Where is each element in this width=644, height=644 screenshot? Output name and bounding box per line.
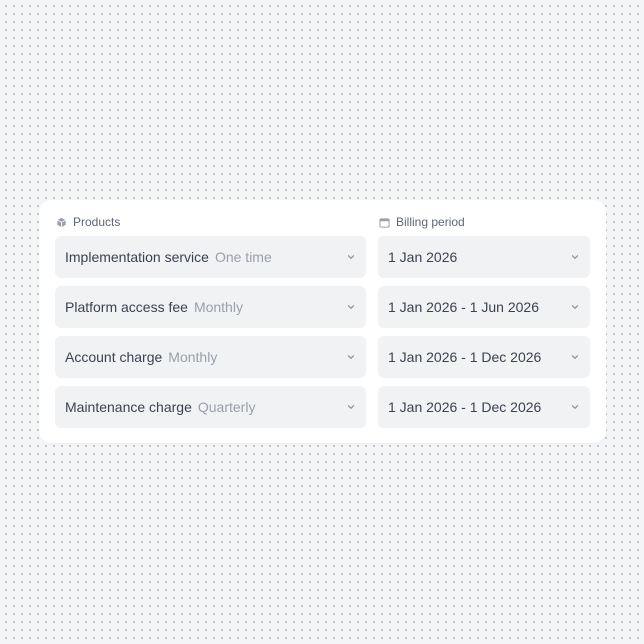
billing-period-value: 1 Jan 2026 - 1 Dec 2026 (388, 399, 542, 415)
product-select[interactable]: Maintenance charge Quarterly (55, 386, 366, 428)
chevron-down-icon (346, 252, 356, 262)
chevron-down-icon (570, 402, 580, 412)
billing-period-select[interactable]: 1 Jan 2026 (378, 236, 590, 278)
product-frequency: Monthly (193, 299, 243, 315)
chevron-down-icon (346, 302, 356, 312)
product-select[interactable]: Account charge Monthly (55, 336, 366, 378)
cube-icon (56, 217, 67, 228)
billing-rows: Implementation service One time 1 Jan 20… (55, 236, 590, 436)
products-column-header: Products (56, 214, 120, 230)
chevron-down-icon (570, 302, 580, 312)
chevron-down-icon (570, 252, 580, 262)
table-row: Implementation service One time 1 Jan 20… (55, 236, 590, 278)
product-select[interactable]: Implementation service One time (55, 236, 366, 278)
billing-period-select[interactable]: 1 Jan 2026 - 1 Jun 2026 (378, 286, 590, 328)
chevron-down-icon (346, 352, 356, 362)
table-row: Maintenance charge Quarterly 1 Jan 2026 … (55, 386, 590, 428)
product-frequency: One time (214, 249, 272, 265)
billing-period-value: 1 Jan 2026 - 1 Dec 2026 (388, 349, 542, 365)
table-row: Platform access fee Monthly 1 Jan 2026 -… (55, 286, 590, 328)
product-name: Account charge (65, 349, 163, 365)
chevron-down-icon (570, 352, 580, 362)
billing-period-value: 1 Jan 2026 (388, 249, 458, 265)
billing-period-select[interactable]: 1 Jan 2026 - 1 Dec 2026 (378, 336, 590, 378)
calendar-icon (379, 217, 390, 228)
product-name: Implementation service (65, 249, 209, 265)
billing-period-select[interactable]: 1 Jan 2026 - 1 Dec 2026 (378, 386, 590, 428)
product-frequency: Monthly (168, 349, 218, 365)
product-name: Platform access fee (65, 299, 188, 315)
product-select[interactable]: Platform access fee Monthly (55, 286, 366, 328)
billing-period-column-label: Billing period (396, 215, 465, 229)
product-name: Maintenance charge (65, 399, 192, 415)
chevron-down-icon (346, 402, 356, 412)
billing-card: Products Billing period Implementation s… (39, 200, 606, 443)
table-row: Account charge Monthly 1 Jan 2026 - 1 De… (55, 336, 590, 378)
billing-period-value: 1 Jan 2026 - 1 Jun 2026 (388, 299, 540, 315)
products-column-label: Products (73, 215, 121, 229)
billing-period-column-header: Billing period (379, 214, 465, 230)
product-frequency: Quarterly (197, 399, 256, 415)
